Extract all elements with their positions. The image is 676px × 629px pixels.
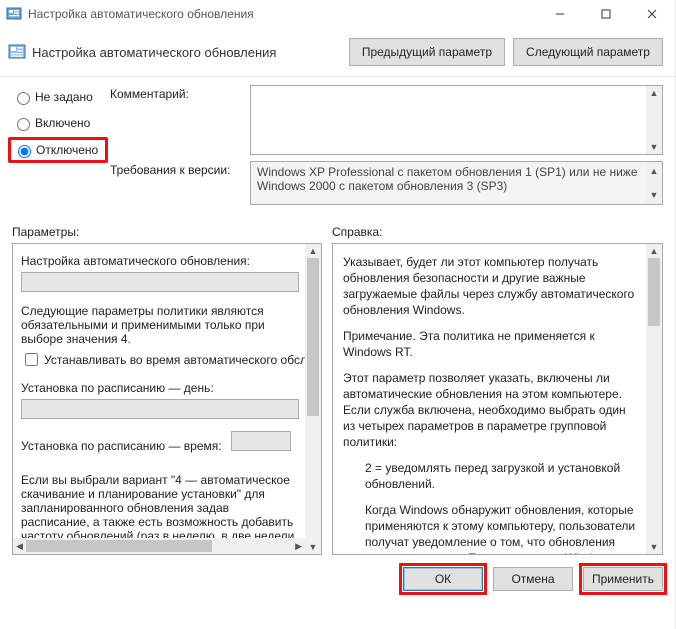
help-paragraph: Этот параметр позволяет указать, включен… [343, 370, 636, 450]
comment-textarea[interactable]: ▲ ▼ [250, 85, 663, 155]
comment-label: Комментарий: [110, 85, 250, 155]
state-radio-group: Не задано Включено Отключено [12, 85, 102, 211]
help-option-desc: Когда Windows обнаружит обновления, кото… [343, 502, 636, 554]
scroll-down-icon: ▼ [309, 540, 318, 554]
params-h-scrollbar[interactable]: ◀ ▶ [13, 538, 305, 554]
install-during-maintenance-input[interactable] [25, 353, 38, 366]
schedule-time-combobox[interactable] [231, 431, 291, 451]
parameters-panel: Настройка автоматического обновления: Сл… [12, 243, 322, 555]
radio-enabled[interactable]: Включено [12, 115, 102, 131]
divider [0, 76, 675, 77]
help-panel: Указывает, будет ли этот компьютер получ… [332, 243, 663, 555]
next-setting-button[interactable]: Следующий параметр [513, 38, 663, 66]
help-text: Указывает, будет ли этот компьютер получ… [333, 244, 646, 554]
radio-enabled-input[interactable] [17, 118, 30, 131]
scroll-up-icon: ▲ [650, 244, 659, 258]
config-update-combobox[interactable] [21, 272, 299, 292]
help-v-scrollbar[interactable]: ▲ ▼ [646, 244, 662, 554]
params-v-scrollbar[interactable]: ▲ ▼ [305, 244, 321, 554]
scroll-down-icon: ▼ [650, 142, 659, 152]
config-update-label: Настройка автоматического обновления: [21, 254, 299, 268]
policy-icon [8, 43, 26, 61]
radio-not-configured-input[interactable] [17, 92, 30, 105]
schedule-day-label: Установка по расписанию — день: [21, 381, 299, 395]
params-tail-text: Если вы выбрали вариант "4 — автоматичес… [21, 473, 299, 538]
scroll-up-icon: ▲ [650, 164, 659, 178]
cancel-button[interactable]: Отмена [493, 567, 573, 591]
radio-label: Отключено [36, 143, 98, 157]
requirements-box: Windows XP Professional с пакетом обновл… [250, 161, 663, 205]
close-button[interactable] [629, 0, 675, 28]
help-paragraph: Указывает, будет ли этот компьютер получ… [343, 254, 636, 318]
header-row: Настройка автоматического обновления Пре… [0, 28, 675, 66]
window-title: Настройка автоматического обновления [28, 7, 537, 21]
params-note: Следующие параметры политики являются об… [21, 304, 299, 346]
maximize-button[interactable] [583, 0, 629, 28]
apply-button[interactable]: Применить [583, 567, 663, 591]
policy-title: Настройка автоматического обновления [32, 45, 341, 60]
minimize-button[interactable] [537, 0, 583, 28]
radio-disabled-input[interactable] [18, 145, 31, 158]
requirements-scrollbar[interactable]: ▲ ▼ [646, 162, 662, 204]
titlebar: Настройка автоматического обновления [0, 0, 675, 28]
radio-label: Включено [35, 116, 90, 130]
checkbox-label: Устанавливать во время автоматического о… [44, 353, 305, 367]
scroll-left-icon: ◀ [13, 541, 26, 552]
help-paragraph: Примечание. Эта политика не применяется … [343, 328, 636, 360]
scroll-right-icon: ▶ [292, 541, 305, 552]
scroll-up-icon: ▲ [309, 244, 318, 258]
scroll-up-icon: ▲ [650, 88, 659, 98]
help-section-label: Справка: [332, 225, 382, 239]
scroll-down-icon: ▼ [650, 188, 659, 202]
schedule-time-label: Установка по расписанию — время: [21, 439, 222, 453]
group-policy-editor-window: Настройка автоматического обновления Нас… [0, 0, 676, 629]
schedule-day-combobox[interactable] [21, 399, 299, 419]
requirements-label: Требования к версии: [110, 161, 250, 205]
previous-setting-button[interactable]: Предыдущий параметр [349, 38, 505, 66]
help-option: 2 = уведомлять перед загрузкой и установ… [343, 460, 636, 492]
radio-label: Не задано [35, 90, 93, 104]
dialog-buttons: ОК Отмена Применить [0, 555, 675, 591]
comment-scrollbar[interactable]: ▲ ▼ [646, 86, 662, 154]
params-section-label: Параметры: [12, 225, 332, 239]
ok-button[interactable]: ОК [403, 567, 483, 591]
install-during-maintenance-checkbox[interactable]: Устанавливать во время автоматического о… [21, 350, 299, 369]
app-icon [6, 6, 22, 22]
requirements-text: Windows XP Professional с пакетом обновл… [257, 165, 638, 193]
radio-not-configured[interactable]: Не задано [12, 89, 102, 105]
radio-disabled[interactable]: Отключено [13, 142, 101, 158]
highlight-disabled: Отключено [8, 137, 108, 163]
scroll-down-icon: ▼ [650, 540, 659, 554]
